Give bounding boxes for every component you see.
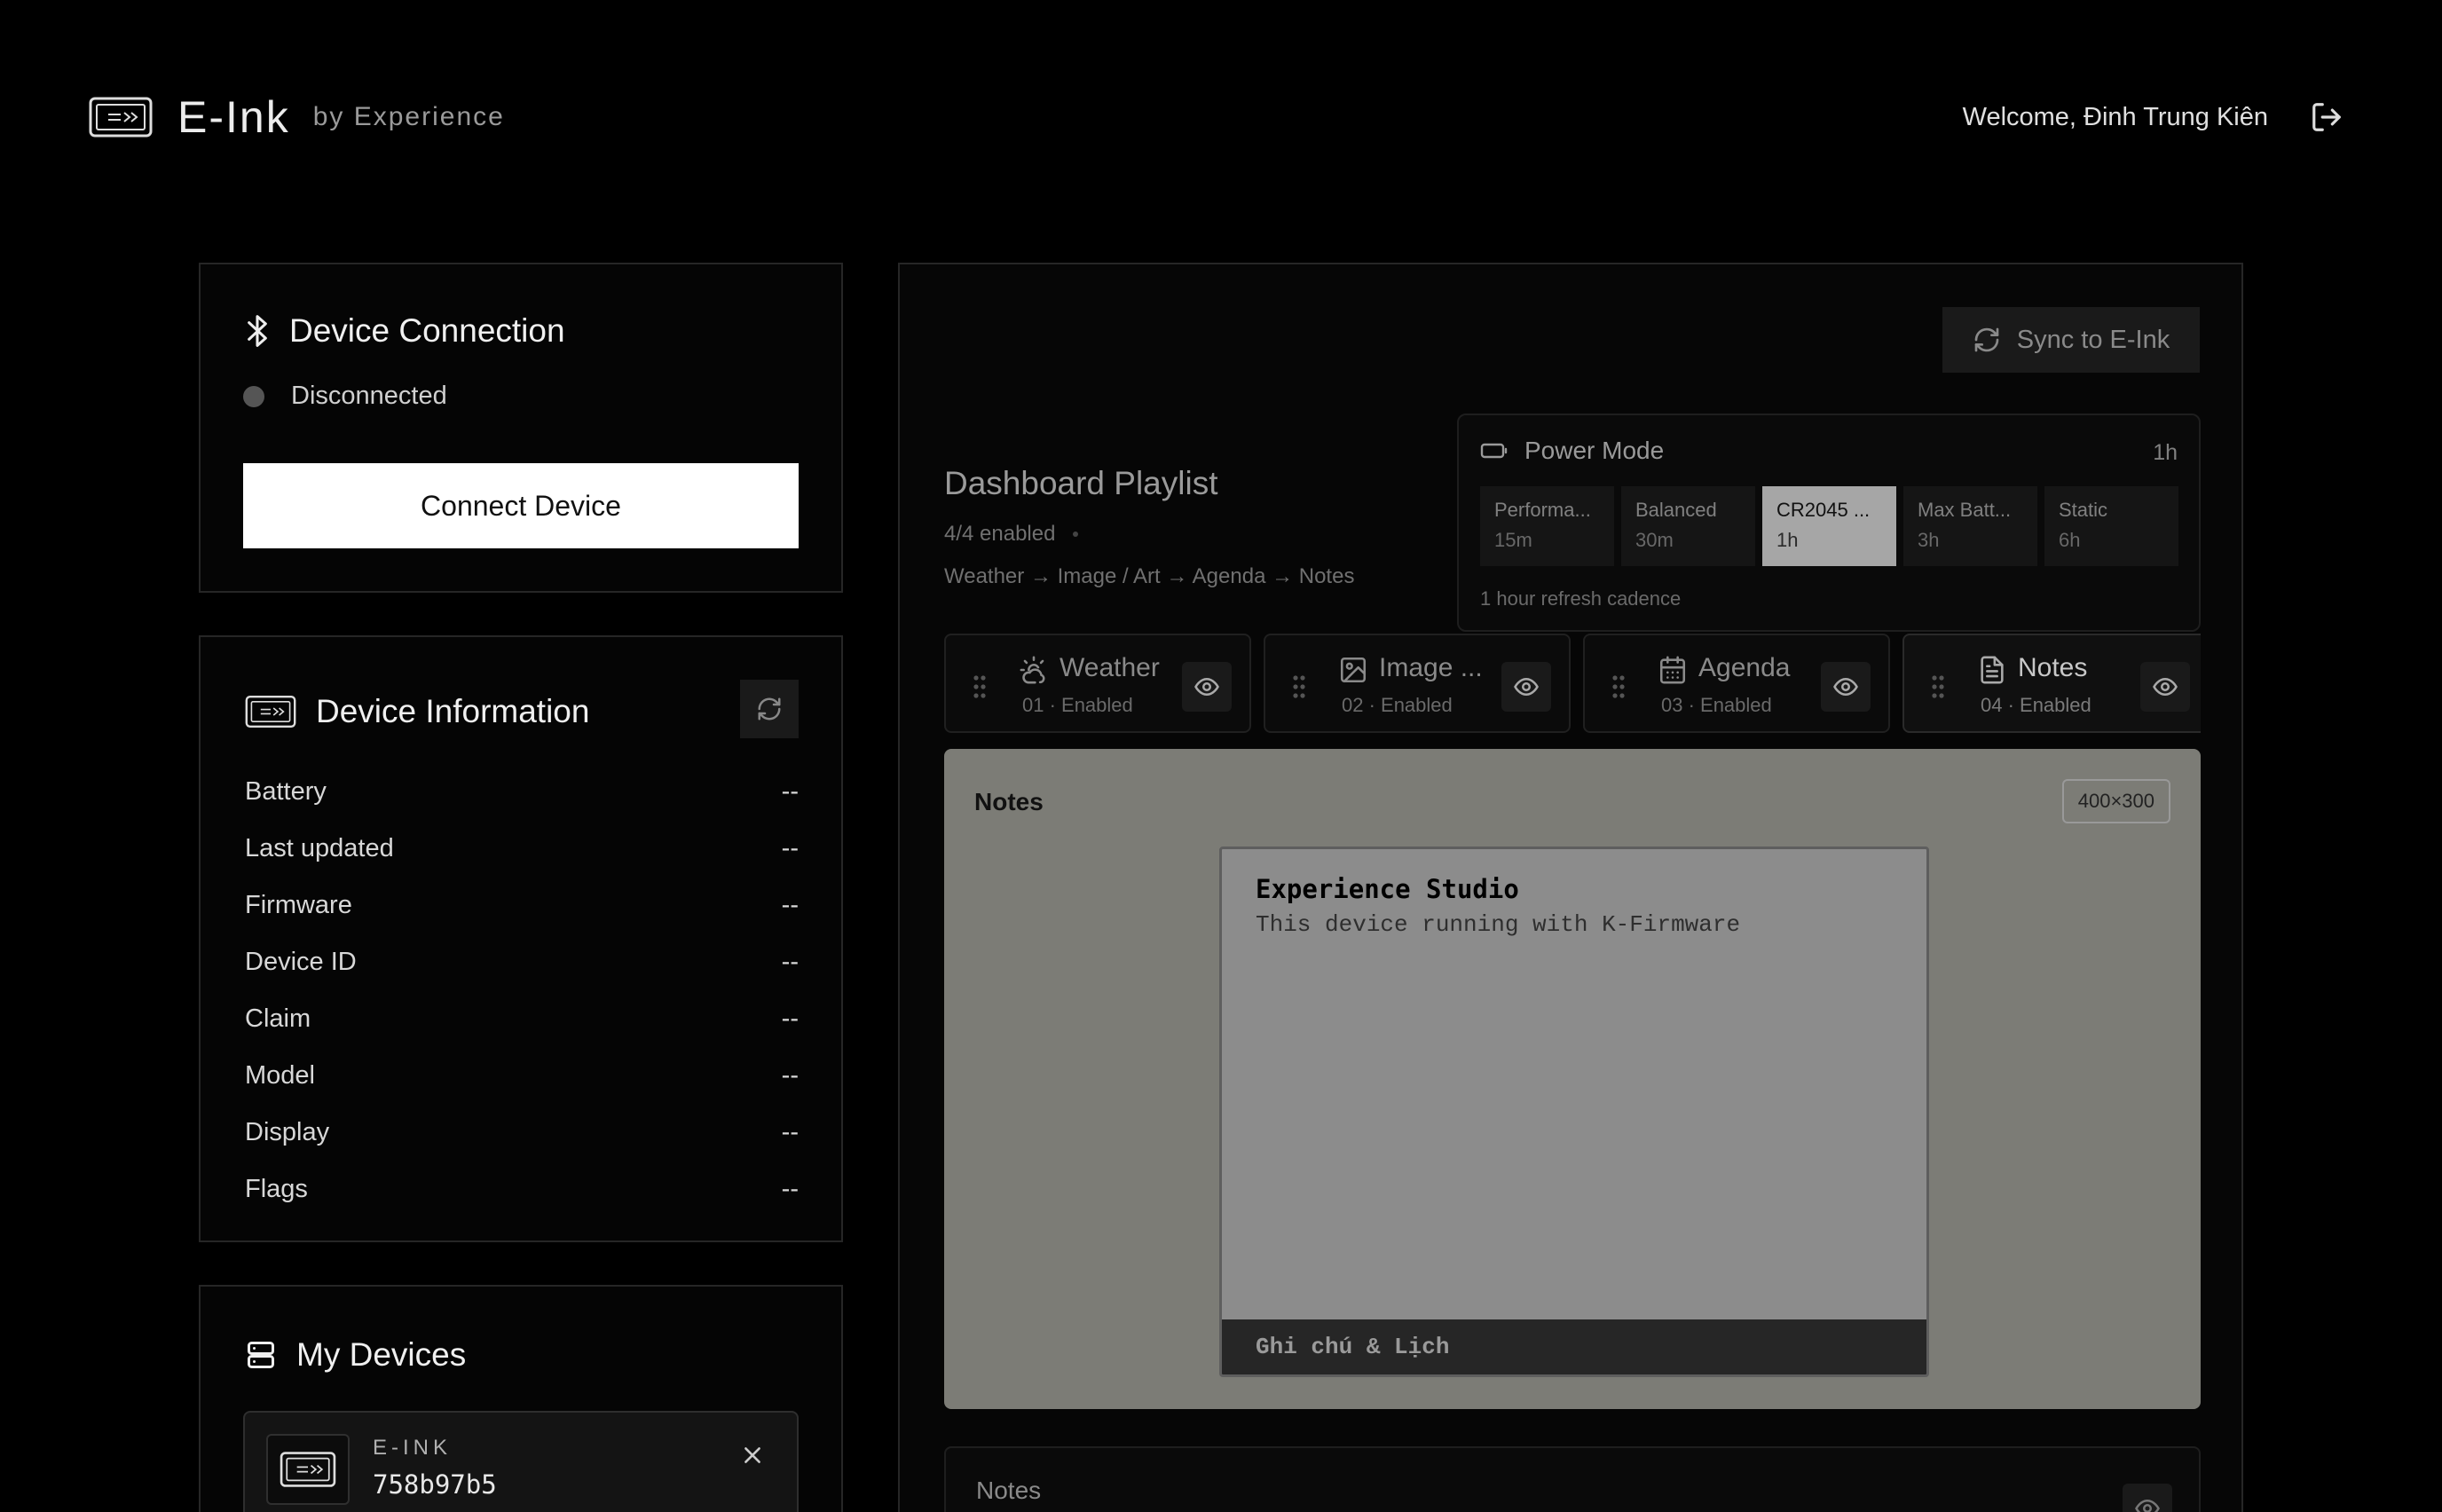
screen-footer: Ghi chú & Lịch	[1222, 1319, 1926, 1374]
power-option-static[interactable]: Static 6h	[2044, 486, 2178, 566]
widget-card-weather[interactable]: Weather 01 · Enabled	[944, 634, 1251, 733]
notes-icon	[1981, 656, 2004, 684]
brand: E-Ink by Experience	[89, 92, 505, 142]
device-id: 758b97b5	[373, 1469, 497, 1500]
widget-name: Image ...	[1379, 653, 1483, 682]
widget-card-notes[interactable]: Notes 04 · Enabled	[1902, 634, 2201, 733]
power-option-performance[interactable]: Performa... 15m	[1480, 486, 1614, 566]
device-connection-title: Device Connection	[245, 309, 565, 353]
eink-device-icon	[89, 95, 153, 139]
widget-status: 02 · Enabled	[1342, 694, 1453, 716]
eink-screen-preview: Experience Studio This device running wi…	[1219, 847, 1929, 1377]
playlist-order: Weather → Image / Art → Agenda → Notes	[944, 564, 1355, 588]
info-row-last-updated: Last updated --	[245, 833, 799, 862]
sync-button[interactable]: Sync to E-Ink	[1942, 307, 2200, 373]
widget-status: 04 · Enabled	[1981, 694, 2091, 716]
device-information-title: Device Information	[245, 687, 589, 736]
power-option-max-battery[interactable]: Max Batt... 3h	[1903, 486, 2037, 566]
drag-handle-icon	[1932, 675, 1944, 698]
widget-card-agenda[interactable]: Agenda 03 · Enabled	[1583, 634, 1890, 733]
power-mode-current: 1h	[2153, 440, 2178, 465]
screen-footer-text: Ghi chú & Lịch	[1256, 1334, 1450, 1360]
status-dot	[243, 385, 264, 407]
my-devices-title: My Devices	[245, 1333, 466, 1377]
preview-title: Notes	[974, 788, 1044, 815]
toggle-visibility-button[interactable]	[1501, 662, 1551, 712]
widget-playlist: Weather 01 · Enabled Image ... 02 · Enab…	[944, 634, 2201, 735]
info-row-device-id: Device ID --	[245, 947, 799, 976]
bluetooth-icon	[245, 313, 270, 349]
eye-icon	[2153, 677, 2178, 697]
device-connection-card: Device Connection Disconnected Connect D…	[199, 263, 843, 593]
connection-status: Disconnected	[243, 382, 447, 411]
playlist-enabled: 4/4 enabled	[944, 522, 1079, 547]
widget-name: Agenda	[1698, 653, 1791, 682]
power-option-cr2045[interactable]: CR2045 ... 1h	[1762, 486, 1896, 566]
battery-icon	[1480, 443, 1508, 459]
info-row-model: Model --	[245, 1060, 799, 1090]
notes-editor-card: Notes	[944, 1446, 2201, 1512]
widget-name: Weather	[1060, 653, 1160, 682]
main-panel: Sync to E-Ink Dashboard Playlist 4/4 ena…	[898, 263, 2243, 1512]
server-icon	[245, 1338, 277, 1372]
screen-heading: Experience Studio	[1256, 874, 1519, 904]
device-information-card: Device Information Battery -- Last update…	[199, 635, 843, 1242]
refresh-icon	[758, 697, 781, 721]
toggle-visibility-button[interactable]	[1821, 662, 1871, 712]
eye-icon	[2135, 1499, 2160, 1512]
drag-handle-icon	[1612, 675, 1625, 698]
drag-handle-icon	[1293, 675, 1305, 698]
logout-button[interactable]	[2307, 98, 2346, 137]
eink-device-icon	[266, 1434, 350, 1505]
eink-device-icon	[245, 694, 296, 729]
info-row-firmware: Firmware --	[245, 890, 799, 919]
notes-editor-title: Notes	[976, 1477, 1042, 1504]
power-mode-note: 1 hour refresh cadence	[1480, 587, 1682, 610]
calendar-icon	[1659, 656, 1686, 684]
power-option-balanced[interactable]: Balanced 30m	[1621, 486, 1755, 566]
close-icon	[744, 1447, 760, 1463]
drag-handle-icon	[973, 675, 986, 698]
widget-status: 01 · Enabled	[1022, 694, 1133, 716]
connect-device-button[interactable]: Connect Device	[243, 463, 799, 548]
info-row-flags: Flags --	[245, 1174, 799, 1203]
my-devices-card: My Devices E-INK 758b97b5	[199, 1285, 843, 1512]
widget-name: Notes	[2018, 653, 2088, 682]
screen-line: This device running with K-Firmware	[1256, 911, 1741, 938]
device-kind: E-INK	[373, 1436, 453, 1460]
device-list-item[interactable]: E-INK 758b97b5	[243, 1411, 799, 1512]
power-mode-panel: Power Mode 1h Performa... 15m Balanced 30m…	[1457, 413, 2201, 632]
power-mode-title: Power Mode	[1480, 437, 1664, 465]
info-row-battery: Battery --	[245, 776, 799, 806]
info-list: Battery -- Last updated -- Firmware -- Devi…	[245, 763, 799, 1217]
widget-card-image[interactable]: Image ... 02 · Enabled	[1264, 634, 1571, 733]
resolution-badge: 400×300	[2061, 779, 2170, 823]
logout-icon	[2312, 103, 2341, 131]
toggle-visibility-button[interactable]	[2140, 662, 2190, 712]
toggle-visibility-button[interactable]	[2123, 1484, 2172, 1512]
eye-icon	[1514, 677, 1539, 697]
widget-status: 03 · Enabled	[1661, 694, 1772, 716]
remove-device-button[interactable]	[735, 1437, 770, 1473]
info-row-claim: Claim --	[245, 1004, 799, 1033]
power-mode-options: Performa... 15m Balanced 30m CR2045 ... 1h …	[1480, 486, 2178, 566]
image-icon	[1340, 657, 1367, 683]
toggle-visibility-button[interactable]	[1182, 662, 1232, 712]
brand-subtitle: by Experience	[312, 102, 505, 131]
refresh-icon	[1974, 327, 1999, 352]
refresh-info-button[interactable]	[740, 680, 799, 738]
user-area: Welcome, Đinh Trung Kiên	[1963, 96, 2346, 138]
info-row-display: Display --	[245, 1117, 799, 1146]
eye-icon	[1833, 677, 1858, 697]
separator-dot	[1073, 532, 1079, 537]
widget-preview: Notes 400×300 Experience Studio This dev…	[944, 749, 2201, 1409]
brand-title: E-Ink	[177, 92, 290, 142]
welcome-text: Welcome, Đinh Trung Kiên	[1962, 102, 2268, 131]
weather-icon	[1020, 656, 1045, 684]
playlist-title: Dashboard Playlist	[944, 465, 1218, 501]
eye-icon	[1194, 677, 1219, 697]
